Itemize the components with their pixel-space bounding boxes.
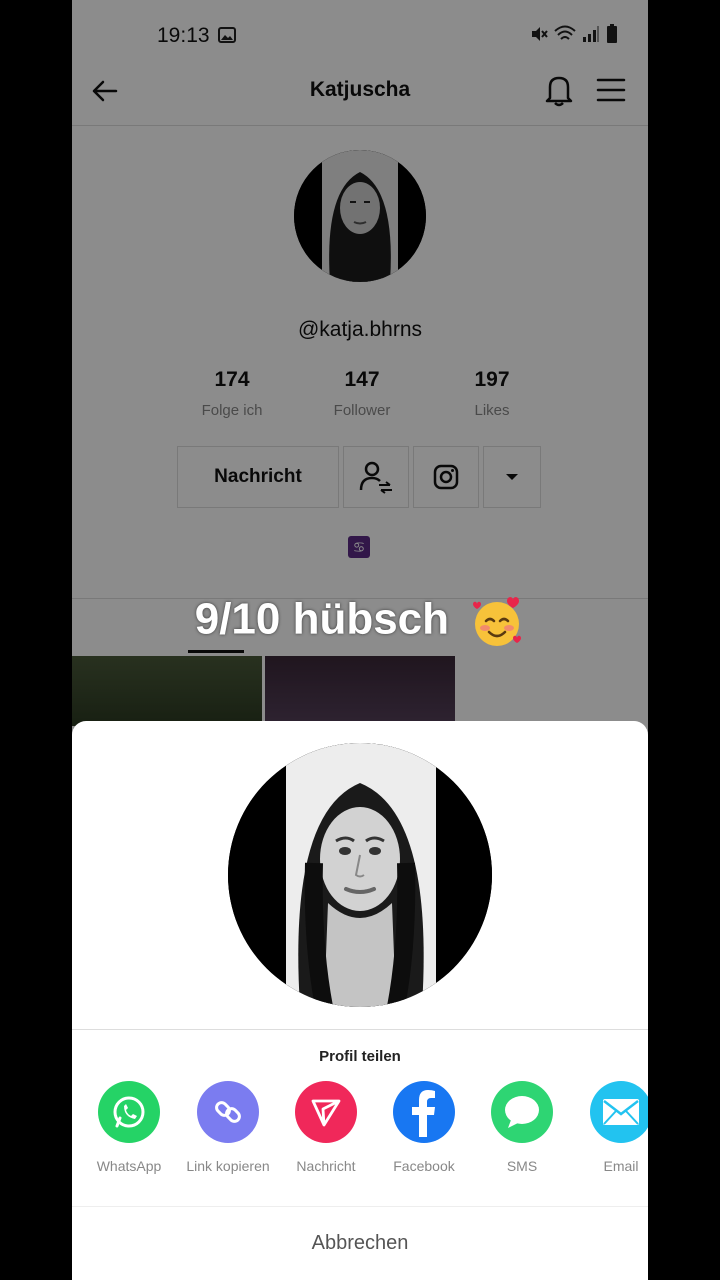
smiling-face-with-hearts-icon	[473, 597, 522, 646]
share-sheet-title: Profil teilen	[319, 1048, 401, 1065]
sheet-divider	[72, 1029, 648, 1030]
email-icon	[590, 1081, 648, 1143]
share-label: Link kopieren	[186, 1158, 270, 1174]
share-label: SMS	[506, 1158, 538, 1174]
share-whatsapp[interactable]: WhatsApp	[80, 1081, 178, 1176]
share-copy-link[interactable]: Link kopieren	[179, 1081, 277, 1176]
whatsapp-icon	[98, 1081, 160, 1143]
share-sheet: Profil teilen WhatsApp Link kopieren Nac…	[72, 721, 648, 1280]
share-facebook[interactable]: Facebook	[375, 1081, 473, 1176]
share-targets: WhatsApp Link kopieren Nachricht Faceboo…	[72, 1081, 648, 1201]
overlay-caption: 9/10 hübsch	[72, 594, 648, 650]
send-icon	[295, 1081, 357, 1143]
share-label: Facebook	[393, 1158, 455, 1174]
share-sms[interactable]: SMS	[473, 1081, 571, 1176]
share-label: Email	[603, 1158, 639, 1174]
sheet-divider	[72, 1206, 648, 1207]
share-email[interactable]: Email	[572, 1081, 648, 1176]
sms-icon	[491, 1081, 553, 1143]
caption-text: 9/10 hübsch	[194, 594, 450, 644]
share-message[interactable]: Nachricht	[277, 1081, 375, 1176]
phone-screen: 19:13 Katjuscha @katja.bhrns 174 Folge i…	[72, 0, 648, 1280]
cancel-button[interactable]: Abbrechen	[72, 1232, 648, 1255]
share-profile-avatar	[228, 743, 492, 1007]
share-label: Nachricht	[296, 1158, 356, 1174]
link-icon	[197, 1081, 259, 1143]
facebook-icon	[393, 1081, 455, 1143]
share-label: WhatsApp	[96, 1158, 162, 1174]
